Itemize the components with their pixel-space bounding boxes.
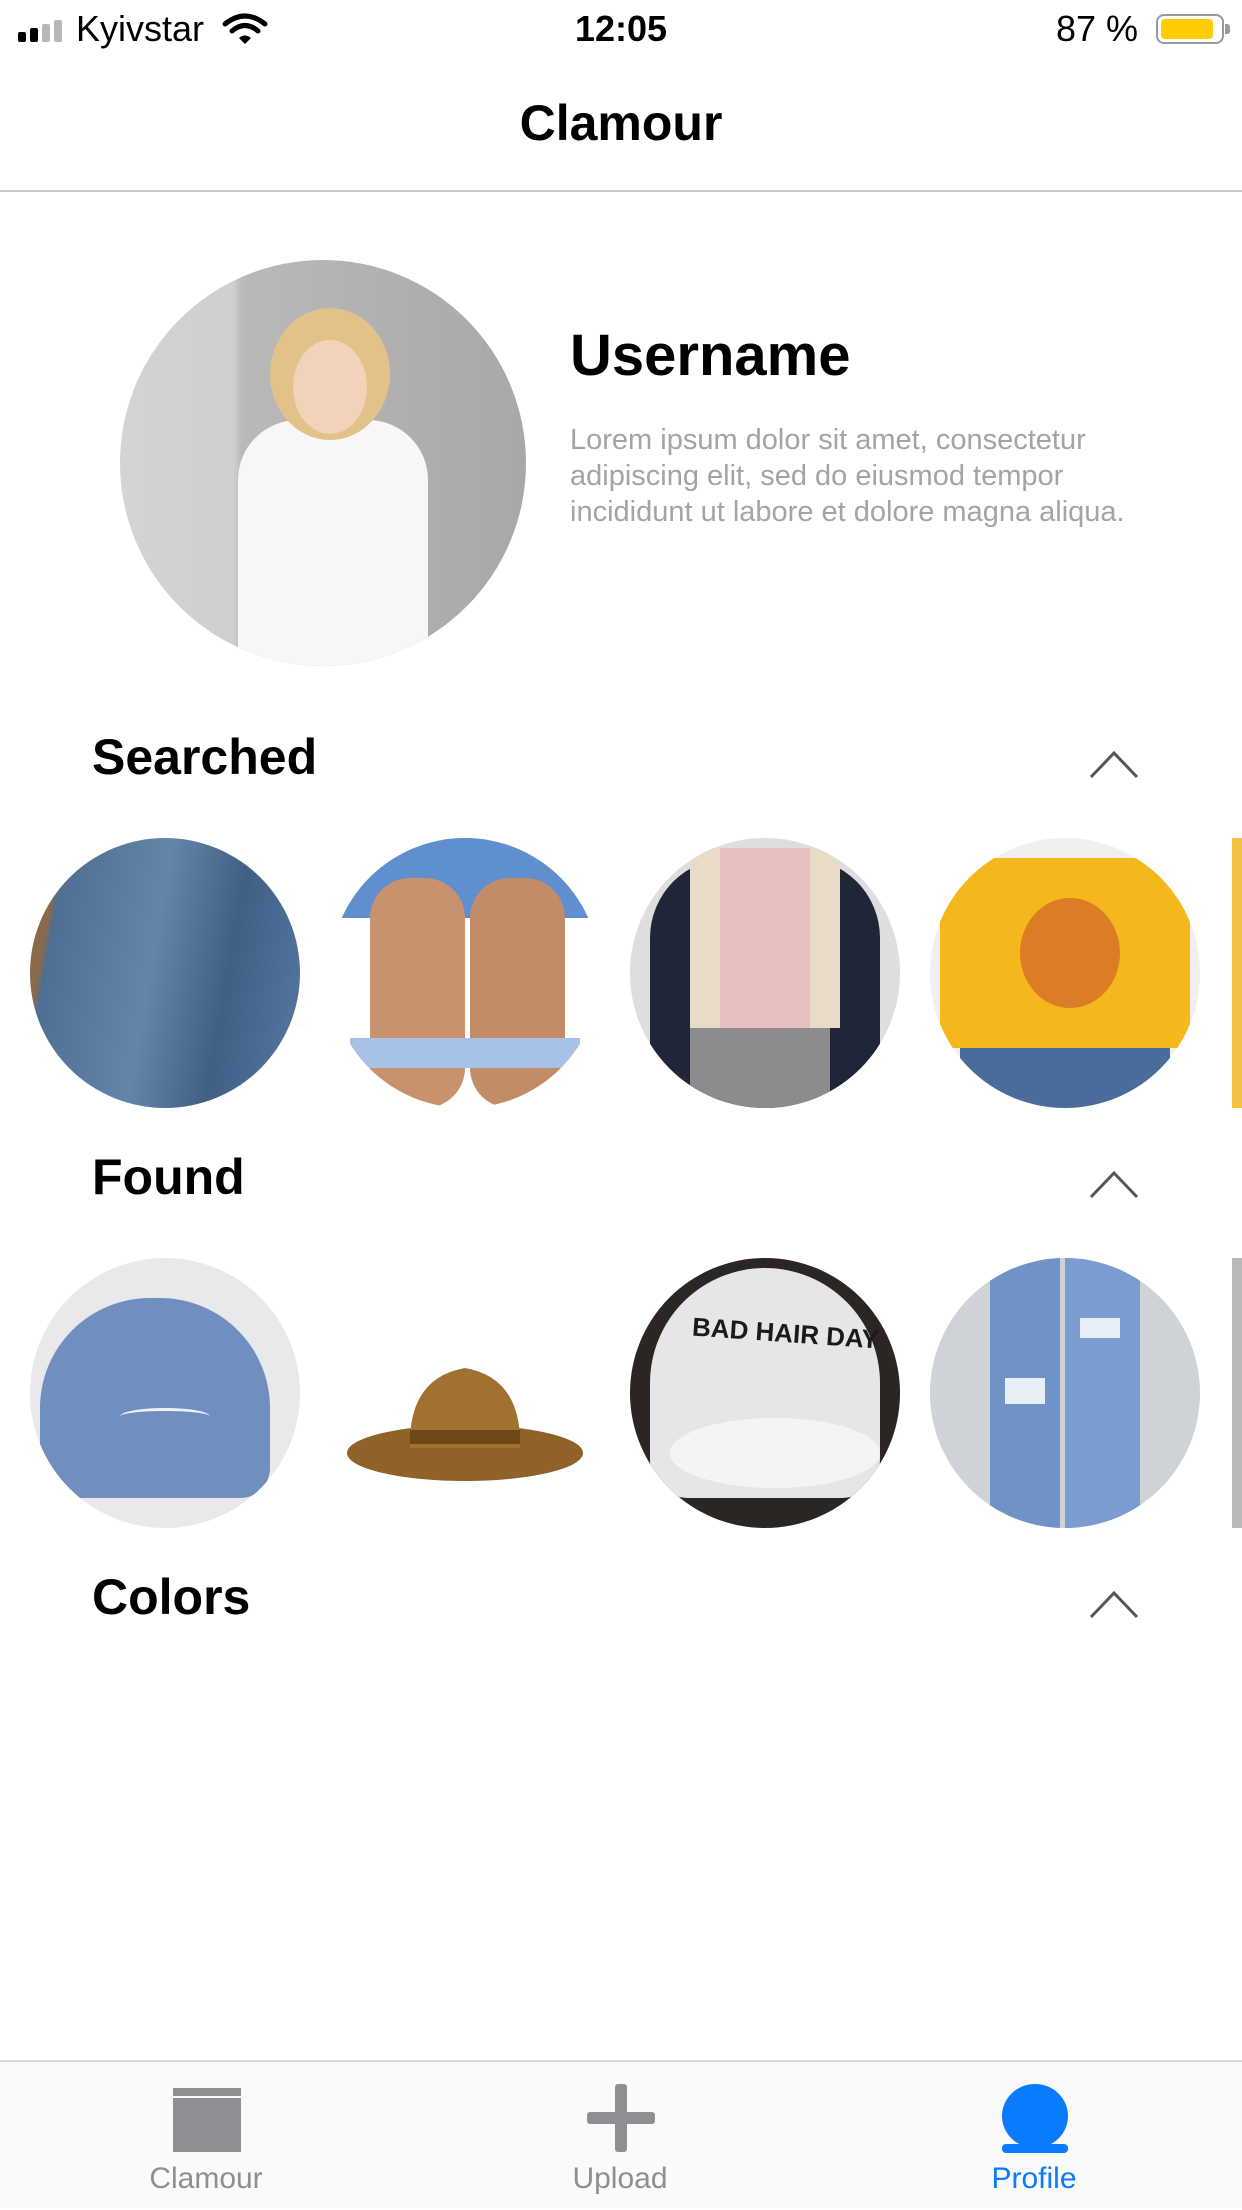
plus-icon xyxy=(587,2084,655,2152)
navigation-bar: Clamour xyxy=(0,62,1242,192)
found-item-brown-hat[interactable] xyxy=(330,1258,600,1528)
searched-item-ripped-jeans[interactable] xyxy=(330,838,600,1108)
tab-label-upload: Upload xyxy=(572,2162,668,2195)
tab-profile[interactable]: Profile xyxy=(884,2062,1184,2210)
tab-label-profile: Profile xyxy=(991,2162,1077,2195)
avatar[interactable] xyxy=(120,260,526,666)
searched-item-partial[interactable] xyxy=(1232,838,1242,1108)
chevron-up-icon[interactable] xyxy=(1088,748,1140,780)
found-item-ripped-jeans[interactable] xyxy=(930,1258,1200,1528)
found-item-white-cap[interactable]: BAD HAIR DAY xyxy=(630,1258,900,1528)
battery-fill xyxy=(1161,19,1213,39)
battery-percentage: 87 % xyxy=(1055,8,1138,49)
tab-bar: Clamour Upload Profile xyxy=(0,2060,1242,2208)
username: Username xyxy=(570,323,851,388)
section-title-colors: Colors xyxy=(92,1569,251,1625)
section-title-searched: Searched xyxy=(92,729,318,785)
searched-item-denim-dress[interactable] xyxy=(30,838,300,1108)
tab-upload[interactable]: Upload xyxy=(470,2062,770,2210)
tab-label-clamour: Clamour xyxy=(149,2162,263,2195)
card-icon xyxy=(173,2088,241,2152)
profile-bio: Lorem ipsum dolor sit amet, consectetur … xyxy=(570,424,1125,528)
tab-clamour[interactable]: Clamour xyxy=(56,2062,356,2210)
page-title: Clamour xyxy=(519,95,723,151)
chevron-up-icon[interactable] xyxy=(1088,1588,1140,1620)
searched-item-shearling-jacket[interactable] xyxy=(630,838,900,1108)
searched-item-yellow-tshirt[interactable] xyxy=(930,838,1200,1108)
chevron-up-icon[interactable] xyxy=(1088,1168,1140,1200)
found-item-blue-cap[interactable] xyxy=(30,1258,300,1528)
status-bar: Kyivstar 12:05 87 % xyxy=(0,0,1242,62)
found-item-partial[interactable] xyxy=(1232,1258,1242,1528)
battery-icon xyxy=(1156,14,1230,44)
person-icon xyxy=(1002,2084,1068,2153)
section-title-found: Found xyxy=(92,1149,245,1205)
